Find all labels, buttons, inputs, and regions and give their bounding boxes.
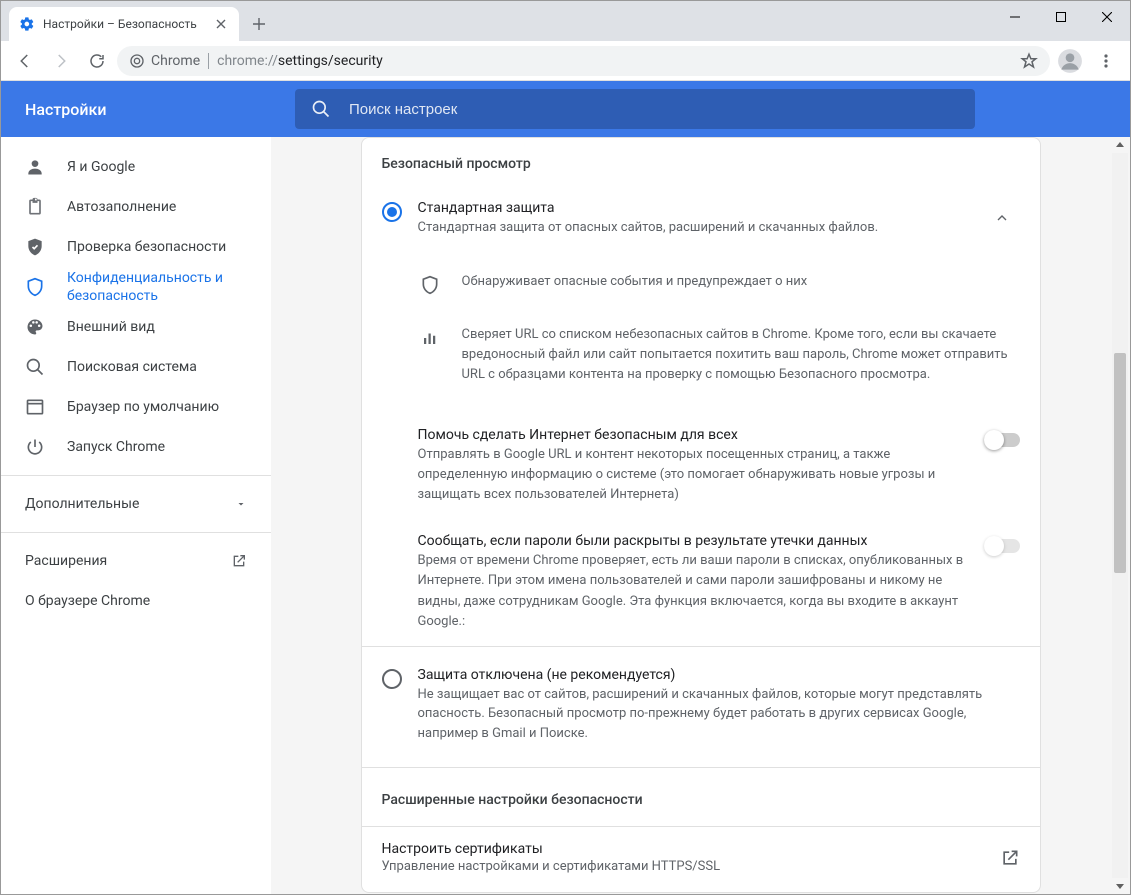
scroll-up-arrow-icon[interactable] xyxy=(1112,137,1128,153)
radio-title: Стандартная защита xyxy=(418,200,968,216)
radio-subtitle: Не защищает вас от сайтов, расширений и … xyxy=(418,685,1020,744)
standard-protection-details: Обнаруживает опасные события и предупреж… xyxy=(362,262,1040,413)
nav-reload-button[interactable] xyxy=(81,45,113,77)
manage-certificates-row[interactable]: Настроить сертификаты Управление настрой… xyxy=(362,826,1040,892)
toggle-row-password-leak: Сообщать, если пароли были раскрыты в ре… xyxy=(362,519,1040,646)
link-row-subtitle: Управление настройками и сертификатами H… xyxy=(382,859,1000,874)
clipboard-icon xyxy=(25,197,45,217)
external-link-icon xyxy=(231,553,247,569)
browser-window-icon xyxy=(25,397,45,417)
settings-title: Настройки xyxy=(25,100,295,119)
nav-back-button[interactable] xyxy=(9,45,41,77)
sidebar-about-link[interactable]: О браузере Chrome xyxy=(1,581,271,621)
browser-menu-button[interactable] xyxy=(1090,45,1122,77)
browser-tab[interactable]: Настройки – Безопасность xyxy=(9,7,239,41)
window-maximize-button[interactable] xyxy=(1038,1,1084,33)
sidebar-item-you-and-google[interactable]: Я и Google xyxy=(1,147,271,187)
radio-option-no-protection[interactable]: Защита отключена (не рекомендуется) Не з… xyxy=(362,646,1040,768)
shield-check-icon xyxy=(25,237,45,257)
settings-search-box[interactable] xyxy=(295,89,975,129)
toggle-subtitle: Время от времени Chrome проверяет, есть … xyxy=(418,551,964,632)
settings-header: Настройки xyxy=(1,81,1130,137)
radio-title: Защита отключена (не рекомендуется) xyxy=(418,667,1020,683)
window-titlebar: Настройки – Безопасность xyxy=(1,1,1130,41)
radio-button-icon[interactable] xyxy=(382,202,402,222)
toggle-switch[interactable] xyxy=(984,537,1020,555)
window-close-button[interactable] xyxy=(1084,1,1130,33)
scroll-down-arrow-icon[interactable] xyxy=(1112,878,1128,894)
radio-subtitle: Стандартная защита от опасных сайтов, ра… xyxy=(418,218,968,238)
sidebar-item-label: Браузер по умолчанию xyxy=(67,399,219,415)
safe-browsing-card: Безопасный просмотр Стандартная защита С… xyxy=(361,137,1041,893)
tab-title: Настройки – Безопасность xyxy=(43,17,205,31)
sidebar-item-label: Запуск Chrome xyxy=(67,439,165,455)
sidebar-item-search-engine[interactable]: Поисковая система xyxy=(1,347,271,387)
sidebar-item-label: Автозаполнение xyxy=(67,199,176,215)
nav-forward-button[interactable] xyxy=(45,45,77,77)
detail-text: Сверяет URL со списком небезопасных сайт… xyxy=(462,325,1020,385)
sidebar-separator xyxy=(1,532,271,533)
sidebar-item-on-startup[interactable]: Запуск Chrome xyxy=(1,427,271,467)
section-heading-safe-browsing: Безопасный просмотр xyxy=(362,138,1040,190)
shield-icon xyxy=(418,273,442,297)
external-link-icon xyxy=(1000,848,1020,868)
sidebar-item-label: Я и Google xyxy=(67,159,135,175)
page-scrollbar[interactable] xyxy=(1112,137,1128,894)
collapse-button[interactable] xyxy=(984,200,1020,236)
omnibox-url: chrome://settings/security xyxy=(217,53,383,69)
tab-close-icon[interactable] xyxy=(213,16,229,32)
address-bar[interactable]: Chrome chrome://settings/security xyxy=(117,46,1050,76)
window-controls xyxy=(992,1,1130,33)
sidebar-item-appearance[interactable]: Внешний вид xyxy=(1,307,271,347)
toggle-title: Сообщать, если пароли были раскрыты в ре… xyxy=(418,533,964,549)
sidebar-item-label: Внешний вид xyxy=(67,319,155,335)
settings-search-input[interactable] xyxy=(347,100,959,119)
tab-favicon-settings-icon xyxy=(19,16,35,32)
omnibox-divider xyxy=(208,53,209,69)
sidebar-item-label: Поисковая система xyxy=(67,359,197,375)
window-minimize-button[interactable] xyxy=(992,1,1038,33)
sidebar-item-privacy-security[interactable]: Конфиденциальность и безопасность xyxy=(1,267,271,307)
radio-button-icon[interactable] xyxy=(382,669,402,689)
site-info-chip[interactable]: Chrome xyxy=(129,53,200,69)
sidebar-item-label: Конфиденциальность и безопасность xyxy=(67,269,247,305)
palette-icon xyxy=(25,317,45,337)
bookmark-star-icon[interactable] xyxy=(1020,52,1038,70)
toggle-row-help-improve: Помочь сделать Интернет безопасным для в… xyxy=(362,413,1040,519)
sidebar-extensions-link[interactable]: Расширения xyxy=(1,541,271,581)
search-icon xyxy=(25,357,45,377)
analytics-icon xyxy=(418,326,442,350)
new-tab-button[interactable] xyxy=(245,10,273,38)
sidebar-advanced-label: Дополнительные xyxy=(25,496,139,512)
sidebar-item-autofill[interactable]: Автозаполнение xyxy=(1,187,271,227)
settings-sidebar: Я и Google Автозаполнение Проверка безоп… xyxy=(1,137,271,894)
sidebar-item-default-browser[interactable]: Браузер по умолчанию xyxy=(1,387,271,427)
sidebar-item-label: Проверка безопасности xyxy=(67,239,226,255)
link-row-title: Настроить сертификаты xyxy=(382,841,1000,857)
section-heading-advanced-security: Расширенные настройки безопасности xyxy=(362,767,1040,826)
scrollbar-thumb[interactable] xyxy=(1114,353,1126,573)
profile-avatar-icon[interactable] xyxy=(1054,45,1086,77)
shield-icon xyxy=(25,277,45,297)
toggle-subtitle: Отправлять в Google URL и контент некото… xyxy=(418,445,964,505)
sidebar-advanced-toggle[interactable]: Дополнительные xyxy=(1,484,271,524)
settings-main-panel: Безопасный просмотр Стандартная защита С… xyxy=(271,137,1130,894)
toggle-switch[interactable] xyxy=(984,431,1020,449)
detail-text: Обнаруживает опасные события и предупреж… xyxy=(462,272,808,297)
browser-toolbar: Chrome chrome://settings/security xyxy=(1,41,1130,81)
person-icon xyxy=(25,157,45,177)
sidebar-link-label: Расширения xyxy=(25,553,107,569)
power-icon xyxy=(25,437,45,457)
search-icon xyxy=(311,99,331,119)
sidebar-item-safety-check[interactable]: Проверка безопасности xyxy=(1,227,271,267)
site-info-label: Chrome xyxy=(151,53,200,69)
chevron-down-icon xyxy=(235,498,247,510)
sidebar-link-label: О браузере Chrome xyxy=(25,593,150,609)
radio-option-standard-protection[interactable]: Стандартная защита Стандартная защита от… xyxy=(362,190,1040,262)
sidebar-separator xyxy=(1,475,271,476)
toggle-title: Помочь сделать Интернет безопасным для в… xyxy=(418,427,964,443)
